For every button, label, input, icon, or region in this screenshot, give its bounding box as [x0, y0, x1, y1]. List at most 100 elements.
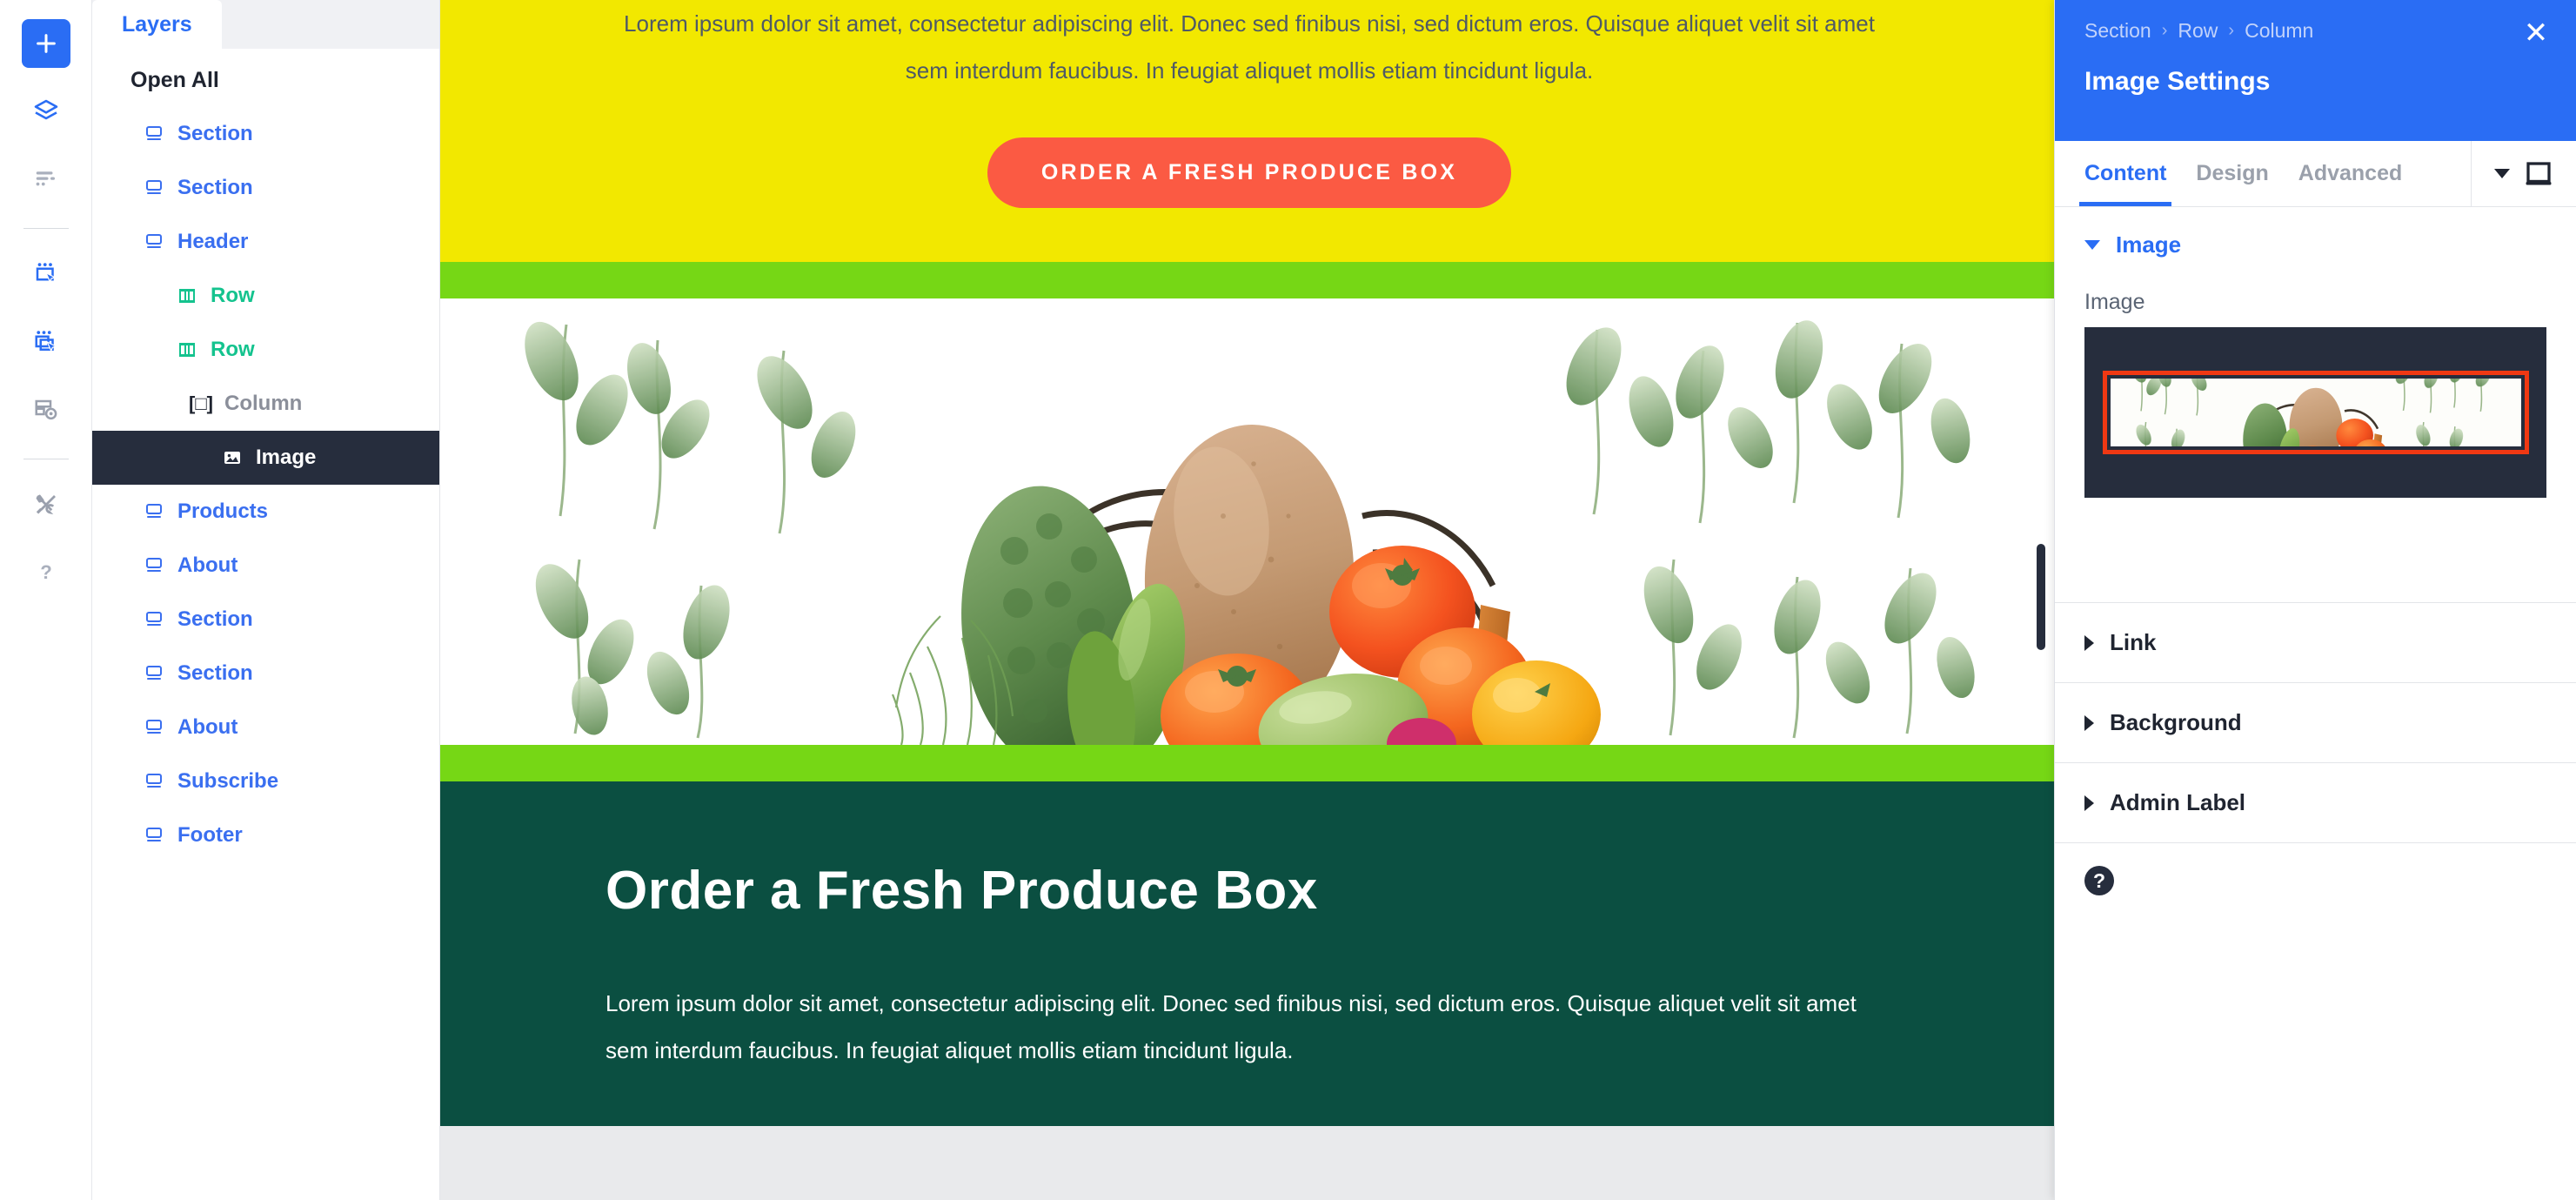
layer-item-label: Section — [177, 607, 253, 631]
group-image-label: Image — [2116, 231, 2182, 258]
layer-item-products-7[interactable]: Products — [92, 485, 439, 539]
layer-item-about-11[interactable]: About — [92, 701, 439, 754]
green-divider-top — [440, 262, 2054, 298]
layer-item-label: Image — [256, 446, 317, 469]
tab-advanced[interactable]: Advanced — [2298, 141, 2402, 206]
layer-item-footer-13[interactable]: Footer — [92, 808, 439, 862]
help-zone: ? — [2055, 842, 2576, 918]
layers-list: Section Section Header Row Row [□] Column Image… — [92, 107, 439, 862]
layer-item-image-6[interactable]: Image — [92, 431, 439, 485]
row-icon — [176, 285, 198, 307]
image-field-label: Image — [2084, 290, 2145, 314]
layer-item-section-9[interactable]: Section — [92, 593, 439, 647]
svg-text:?: ? — [40, 561, 52, 583]
section-yellow-cta[interactable]: Lorem ipsum dolor sit amet, consectetur … — [440, 0, 2054, 262]
section-icon — [143, 662, 165, 685]
breadcrumb-separator: › — [2228, 21, 2235, 40]
image-upload-box[interactable] — [2084, 327, 2546, 498]
layer-item-column-5[interactable]: [□] Column — [92, 377, 439, 431]
layer-item-label: Row — [211, 338, 255, 361]
layer-item-label: Row — [211, 284, 255, 307]
cta-button-wrap: ORDER A FRESH PRODUCE BOX — [519, 94, 1980, 262]
section-icon — [143, 554, 165, 577]
section-order-produce[interactable]: Order a Fresh Produce Box Lorem ipsum do… — [440, 781, 2054, 1127]
plus-icon — [36, 34, 56, 53]
accordion-label: Admin Label — [2110, 789, 2246, 815]
breadcrumb: Section › Row › Column — [2084, 19, 2546, 43]
layer-item-section-10[interactable]: Section — [92, 647, 439, 701]
layer-item-row-3[interactable]: Row — [92, 269, 439, 323]
order-produce-box-button[interactable]: ORDER A FRESH PRODUCE BOX — [987, 137, 1512, 208]
breadcrumb-item-section[interactable]: Section — [2084, 19, 2151, 43]
desktop-preview-icon[interactable] — [2524, 161, 2553, 187]
tools-button[interactable] — [22, 480, 70, 529]
layer-item-subscribe-12[interactable]: Subscribe — [92, 754, 439, 808]
question-mark-icon: ? — [40, 561, 52, 583]
layer-item-section-1[interactable]: Section — [92, 161, 439, 215]
produce-photo — [440, 298, 2054, 745]
layer-item-label: Column — [224, 392, 303, 415]
layer-item-label: Subscribe — [177, 769, 279, 793]
green-divider-bottom — [440, 745, 2054, 781]
page-builder-app: ? Layers Open All Section Section Header Ro… — [0, 0, 2576, 1200]
page-canvas[interactable]: Lorem ipsum dolor sit amet, consectetur … — [440, 0, 2054, 1200]
group-image-toggle[interactable]: Image — [2055, 207, 2576, 283]
layers-icon — [34, 99, 57, 120]
accordion-link[interactable]: Link — [2055, 602, 2576, 682]
accordion-background[interactable]: Background — [2055, 682, 2576, 762]
section-icon — [143, 824, 165, 847]
layer-item-label: About — [177, 553, 238, 577]
section-icon — [143, 231, 165, 253]
chevron-down-icon[interactable] — [2494, 169, 2510, 178]
duplicate-element-button[interactable] — [22, 318, 70, 366]
section-icon — [143, 177, 165, 199]
section-icon — [143, 770, 165, 793]
preview-button[interactable] — [22, 385, 70, 434]
help-button[interactable]: ? — [22, 548, 70, 597]
layer-item-section-0[interactable]: Section — [92, 107, 439, 161]
close-icon[interactable]: ✕ — [2519, 16, 2553, 50]
image-selection-highlight — [2102, 371, 2529, 454]
open-all-label[interactable]: Open All — [92, 49, 439, 107]
layer-item-label: Header — [177, 230, 249, 253]
duplicate-element-icon — [35, 331, 57, 352]
image-thumbnail[interactable] — [2110, 379, 2521, 446]
image-icon — [221, 446, 244, 469]
canvas-scrollbar[interactable] — [2037, 544, 2045, 650]
layer-item-label: About — [177, 715, 238, 739]
breadcrumb-item-row[interactable]: Row — [2178, 19, 2218, 43]
layers-button[interactable] — [22, 87, 70, 136]
layer-item-about-8[interactable]: About — [92, 539, 439, 593]
tab-layers[interactable]: Layers — [92, 0, 222, 49]
list-icon — [36, 171, 55, 186]
breadcrumb-item-column[interactable]: Column — [2245, 19, 2313, 43]
section-icon — [143, 123, 165, 145]
layer-item-label: Section — [177, 122, 253, 145]
layer-item-header-2[interactable]: Header — [92, 215, 439, 269]
triangle-right-icon — [2084, 714, 2094, 731]
breadcrumb-separator: › — [2161, 21, 2168, 40]
toolbar-divider-1 — [23, 228, 69, 229]
accordion-admin-label[interactable]: Admin Label — [2055, 762, 2576, 842]
tab-design[interactable]: Design — [2196, 141, 2268, 206]
column-icon: [□] — [189, 392, 213, 414]
accordion-label: Background — [2110, 709, 2242, 735]
section-heading: Order a Fresh Produce Box — [606, 861, 1318, 921]
page-preview: Lorem ipsum dolor sit amet, consectetur … — [440, 0, 2054, 1127]
help-icon[interactable]: ? — [2084, 866, 2114, 895]
history-button[interactable] — [22, 155, 70, 204]
tab-options — [2471, 141, 2576, 206]
layer-item-row-4[interactable]: Row — [92, 323, 439, 377]
section-icon — [143, 716, 165, 739]
add-button[interactable] — [21, 19, 70, 68]
layer-item-label: Section — [177, 176, 253, 199]
tab-content[interactable]: Content — [2078, 141, 2172, 206]
accordion-label: Link — [2110, 629, 2157, 655]
select-element-button[interactable] — [22, 250, 70, 298]
section-paragraph: Lorem ipsum dolor sit amet, consectetur … — [606, 990, 1857, 1064]
section-hero-image[interactable] — [440, 298, 2054, 745]
layer-item-label: Section — [177, 661, 253, 685]
triangle-right-icon — [2084, 634, 2094, 651]
settings-accordions: Link Background Admin Label — [2055, 602, 2576, 842]
layer-item-label: Products — [177, 499, 269, 523]
